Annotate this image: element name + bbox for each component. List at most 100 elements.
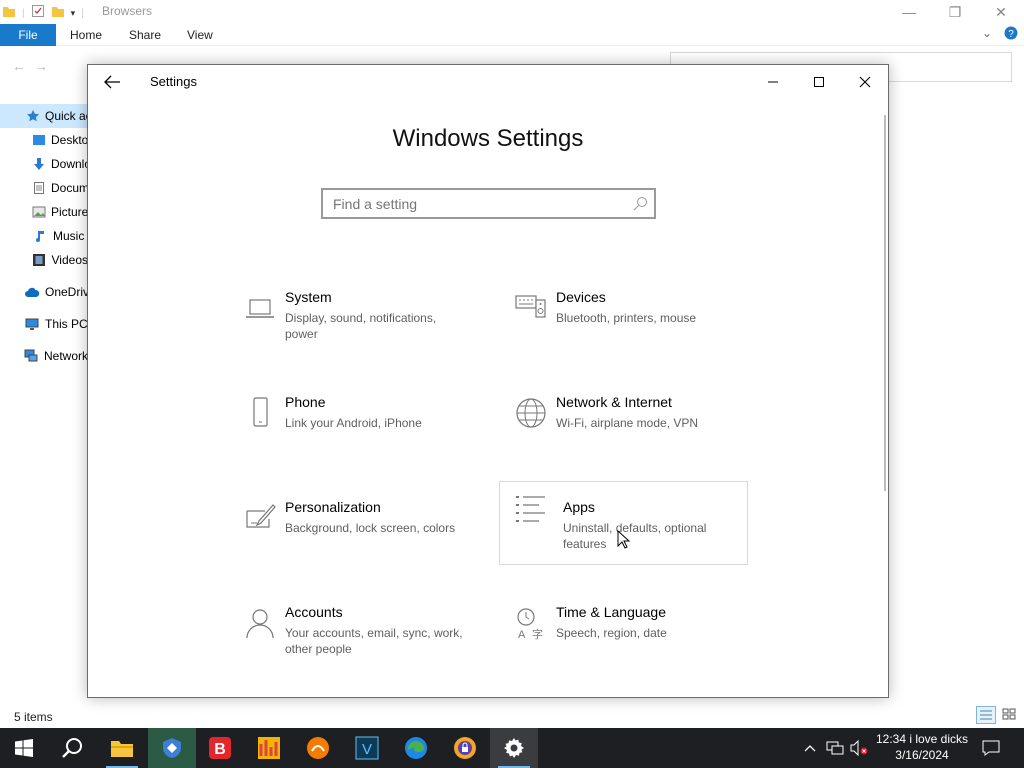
browser-orange-icon[interactable]: [294, 728, 342, 768]
tile-phone[interactable]: Phone Link your Android, iPhone: [235, 388, 485, 472]
tile-name: Accounts: [285, 604, 343, 620]
sidebar-item-videos[interactable]: Videos: [0, 248, 88, 272]
action-center-icon[interactable]: [976, 728, 1006, 768]
settings-titlebar: Settings: [88, 65, 888, 99]
show-hidden-icons-icon[interactable]: [800, 728, 820, 768]
minimize-icon[interactable]: [750, 65, 796, 99]
tile-accounts[interactable]: Accounts Your accounts, email, sync, wor…: [235, 598, 485, 682]
file-explorer-icon[interactable]: [98, 728, 146, 768]
explorer-nav-pane: Quick access Desktop Downloads Documents…: [0, 104, 88, 368]
clock-time: 12:34 i love dicks: [875, 732, 969, 746]
sidebar-item-network[interactable]: Network: [0, 344, 88, 368]
search-icon[interactable]: [48, 728, 96, 768]
tile-time-language[interactable]: A字 Time & Language Speech, region, date: [506, 598, 756, 682]
ribbon-right-controls: ⌄ ?: [982, 26, 1018, 43]
sidebar-item-quick-access[interactable]: Quick access: [0, 104, 88, 128]
browser-b-icon[interactable]: B: [196, 728, 244, 768]
tile-name: Phone: [285, 394, 326, 410]
desktop: | ▾ | Browsers — ❐ ✕ File Home Share Vie…: [0, 0, 1024, 768]
tile-network-internet[interactable]: Network & Internet Wi-Fi, airplane mode,…: [506, 388, 756, 472]
sidebar-item-label: This PC: [45, 317, 88, 331]
volume-muted-icon[interactable]: [848, 728, 870, 768]
network-status-icon[interactable]: [824, 728, 846, 768]
search-placeholder: Find a setting: [333, 196, 418, 212]
back-arrow-icon[interactable]: [102, 73, 122, 91]
tile-name: System: [285, 289, 332, 305]
settings-gear-icon[interactable]: [490, 728, 538, 768]
qat-divider: |: [22, 8, 25, 19]
sidebar-item-label: Quick access: [45, 109, 88, 123]
ribbon-tab-view[interactable]: View: [187, 28, 213, 42]
start-icon[interactable]: [0, 728, 48, 768]
close-icon[interactable]: [842, 65, 888, 99]
ribbon-tab-home[interactable]: Home: [70, 28, 102, 42]
explorer-status-text: 5 items: [14, 710, 53, 724]
ribbon-tab-file[interactable]: File: [0, 24, 56, 46]
edge-icon[interactable]: [392, 728, 440, 768]
tile-apps[interactable]: Apps Uninstall, defaults, optional featu…: [499, 481, 748, 565]
properties-icon[interactable]: [31, 4, 45, 23]
star-icon: [26, 108, 40, 124]
chart-app-icon[interactable]: [245, 728, 293, 768]
minimize-icon[interactable]: —: [886, 0, 932, 24]
explorer-ribbon: File Home Share View ⌄ ?: [0, 24, 1024, 46]
maximize-icon[interactable]: [796, 65, 842, 99]
new-folder-icon[interactable]: [51, 4, 65, 23]
app-v-icon[interactable]: V: [343, 728, 391, 768]
maximize-icon[interactable]: ❐: [932, 0, 978, 24]
svg-text:B: B: [214, 741, 226, 758]
sidebar-item-label: Desktop: [51, 133, 88, 147]
sidebar-item-label: OneDrive: [45, 285, 88, 299]
help-icon[interactable]: ?: [1004, 26, 1018, 43]
ribbon-tab-share[interactable]: Share: [129, 28, 161, 42]
tile-description: Background, lock screen, colors: [285, 521, 456, 535]
svg-text:A: A: [518, 629, 526, 640]
large-icons-view-icon[interactable]: [1000, 706, 1020, 724]
globe-icon: [514, 396, 548, 430]
explorer-window-buttons: — ❐ ✕: [886, 0, 1024, 24]
time-language-icon: A字: [514, 606, 548, 641]
app-shield-icon[interactable]: [148, 728, 196, 768]
sidebar-item-pictures[interactable]: Pictures: [0, 200, 88, 224]
tile-name: Personalization: [285, 499, 381, 515]
close-icon[interactable]: ✕: [978, 0, 1024, 24]
page-title: Windows Settings: [392, 125, 584, 152]
svg-text:V: V: [362, 741, 372, 758]
settings-scrollbar[interactable]: [884, 115, 886, 491]
taskbar-clock[interactable]: 12:34 i love dicks 3/16/2024: [872, 731, 972, 763]
nav-back-forward-icon[interactable]: ←→: [12, 58, 56, 74]
browser-lock-icon[interactable]: [441, 728, 489, 768]
sidebar-item-this-pc[interactable]: This PC: [0, 312, 88, 336]
tile-name: Time & Language: [556, 604, 666, 620]
tile-devices[interactable]: Devices Bluetooth, printers, mouse: [506, 283, 756, 367]
sidebar-item-downloads[interactable]: Downloads: [0, 152, 88, 176]
view-toggle-buttons: [976, 706, 1020, 724]
sidebar-item-onedrive[interactable]: OneDrive: [0, 280, 88, 304]
find-setting-search-input[interactable]: Find a setting: [321, 188, 656, 219]
network-icon: [24, 348, 39, 364]
expand-ribbon-icon[interactable]: ⌄: [982, 26, 992, 43]
picture-icon: [32, 204, 46, 220]
music-note-icon: [32, 228, 48, 244]
mouse-pointer-icon: [617, 529, 631, 550]
tile-description: Display, sound, notifications, power: [285, 311, 437, 341]
tile-description: Bluetooth, printers, mouse: [556, 311, 697, 325]
sidebar-item-label: Downloads: [51, 157, 88, 171]
tile-personalization[interactable]: Personalization Background, lock screen,…: [235, 493, 485, 577]
sidebar-item-desktop[interactable]: Desktop: [0, 128, 88, 152]
sidebar-item-music[interactable]: Music: [0, 224, 88, 248]
search-icon: [632, 196, 648, 212]
laptop-icon: [243, 291, 277, 325]
settings-window: Settings Windows Settings Find a setting…: [87, 64, 889, 698]
person-icon: [243, 606, 277, 640]
tile-description: Speech, region, date: [556, 626, 667, 640]
monitor-icon: [24, 316, 40, 332]
sidebar-item-documents[interactable]: Documents: [0, 176, 88, 200]
tile-system[interactable]: System Display, sound, notifications, po…: [235, 283, 485, 367]
details-view-icon[interactable]: [976, 706, 996, 724]
qat-dropdown-icon[interactable]: ▾: [71, 8, 76, 19]
tile-name: Apps: [563, 499, 595, 515]
